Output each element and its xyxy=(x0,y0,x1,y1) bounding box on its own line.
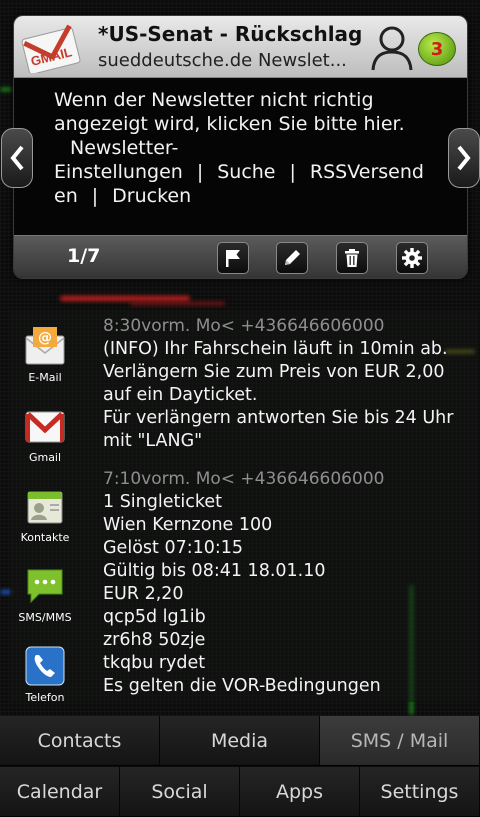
contacts-app-icon xyxy=(27,491,63,524)
link-rss-continued[interactable]: en xyxy=(54,185,78,207)
page-indicator: 1/7 xyxy=(67,245,101,267)
app-label: SMS/MMS xyxy=(18,611,72,624)
separator: | xyxy=(289,161,296,183)
next-email-button[interactable] xyxy=(448,128,480,188)
nav-row-bottom: Calendar Social Apps Settings xyxy=(0,767,480,817)
tab-media[interactable]: Media xyxy=(160,716,320,766)
sms-message-list[interactable]: 8:30vorm. Mo< +436646606000 (INFO) Ihr F… xyxy=(103,314,475,700)
chevron-left-icon xyxy=(10,145,24,171)
edit-button[interactable] xyxy=(276,242,308,274)
link-settings[interactable]: Einstellungen xyxy=(54,161,183,183)
nav-row-top: Contacts Media SMS / Mail xyxy=(0,716,480,766)
phone-app-shortcut[interactable]: Telefon xyxy=(12,640,78,720)
background-glow-green xyxy=(0,88,12,91)
email-widget: GMAIL *US-Senat - Rückschlag f... suedde… xyxy=(13,15,468,279)
preview-links-row: en | Drucken xyxy=(54,184,434,208)
sms-app-icon xyxy=(27,569,63,604)
edit-icon xyxy=(285,250,300,265)
preview-line: Wenn der Newsletter nicht richtig xyxy=(54,89,374,111)
sms-message[interactable]: 8:30vorm. Mo< +436646606000 (INFO) Ihr F… xyxy=(103,314,475,453)
settings-button[interactable] xyxy=(396,242,428,274)
tab-settings[interactable]: Settings xyxy=(360,767,480,817)
sms-message[interactable]: 7:10vorm. Mo< +436646606000 1 Singletick… xyxy=(103,467,475,698)
gmail-app-shortcut[interactable]: Gmail xyxy=(12,400,78,480)
sms-app-shortcut[interactable]: SMS/MMS xyxy=(12,560,78,640)
contacts-app-shortcut[interactable]: Kontakte xyxy=(12,480,78,560)
flag-icon xyxy=(226,250,240,267)
chevron-right-icon xyxy=(457,145,471,171)
email-footer-bar: 1/7 xyxy=(14,235,467,278)
trash-icon xyxy=(345,249,359,267)
link-rss[interactable]: RSSVersend xyxy=(310,161,424,183)
sms-text: 1 Singleticket Wien Kernzone 100 Gelöst … xyxy=(103,492,381,696)
gmail-app-icon xyxy=(25,411,65,443)
tab-calendar[interactable]: Calendar xyxy=(0,767,120,817)
link-search[interactable]: Suche xyxy=(217,161,275,183)
background-glow-red xyxy=(130,302,225,305)
delete-button[interactable] xyxy=(336,242,368,274)
svg-text:@: @ xyxy=(38,330,52,346)
preview-line: angezeigt wird, klicken Sie bitte hier. xyxy=(54,113,405,135)
email-header[interactable]: GMAIL *US-Senat - Rückschlag f... suedde… xyxy=(14,16,467,78)
flag-button[interactable] xyxy=(217,242,249,274)
gmail-envelope-icon: GMAIL xyxy=(21,24,81,73)
separator: | xyxy=(91,185,99,207)
tab-apps[interactable]: Apps xyxy=(240,767,360,817)
previous-email-button[interactable] xyxy=(1,128,33,188)
phone-app-icon xyxy=(25,646,65,686)
email-preview[interactable]: Wenn der Newsletter nicht richtig angeze… xyxy=(54,88,434,208)
sms-meta: 7:10vorm. Mo< +436646606000 xyxy=(103,469,385,489)
contact-avatar-icon[interactable] xyxy=(368,24,416,72)
tab-social[interactable]: Social xyxy=(120,767,240,817)
preview-links-row: Einstellungen | Suche | RSSVersend xyxy=(54,160,434,184)
tab-sms-mail[interactable]: SMS / Mail xyxy=(320,716,480,766)
email-app-shortcut[interactable]: @ E-Mail xyxy=(12,320,78,400)
preview-line: Newsletter- xyxy=(70,137,179,159)
sms-text: (INFO) Ihr Fahrschein läuft in 10min ab.… xyxy=(103,339,454,451)
separator: | xyxy=(196,161,204,183)
link-print[interactable]: Drucken xyxy=(112,185,191,207)
app-label: Gmail xyxy=(28,451,62,464)
sms-meta: 8:30vorm. Mo< +436646606000 xyxy=(103,316,385,336)
app-label: Telefon xyxy=(25,691,65,704)
email-subject[interactable]: *US-Senat - Rückschlag f... xyxy=(98,22,368,46)
app-label: Kontakte xyxy=(20,531,70,544)
app-label: E-Mail xyxy=(28,371,62,384)
gear-icon xyxy=(402,248,422,268)
unread-count-badge: 3 xyxy=(418,32,456,66)
tab-contacts[interactable]: Contacts xyxy=(0,716,160,766)
background-glow-red xyxy=(60,296,190,301)
email-app-icon: @ xyxy=(25,327,65,365)
email-sender[interactable]: sueddeutsche.de Newslet... xyxy=(98,50,368,71)
